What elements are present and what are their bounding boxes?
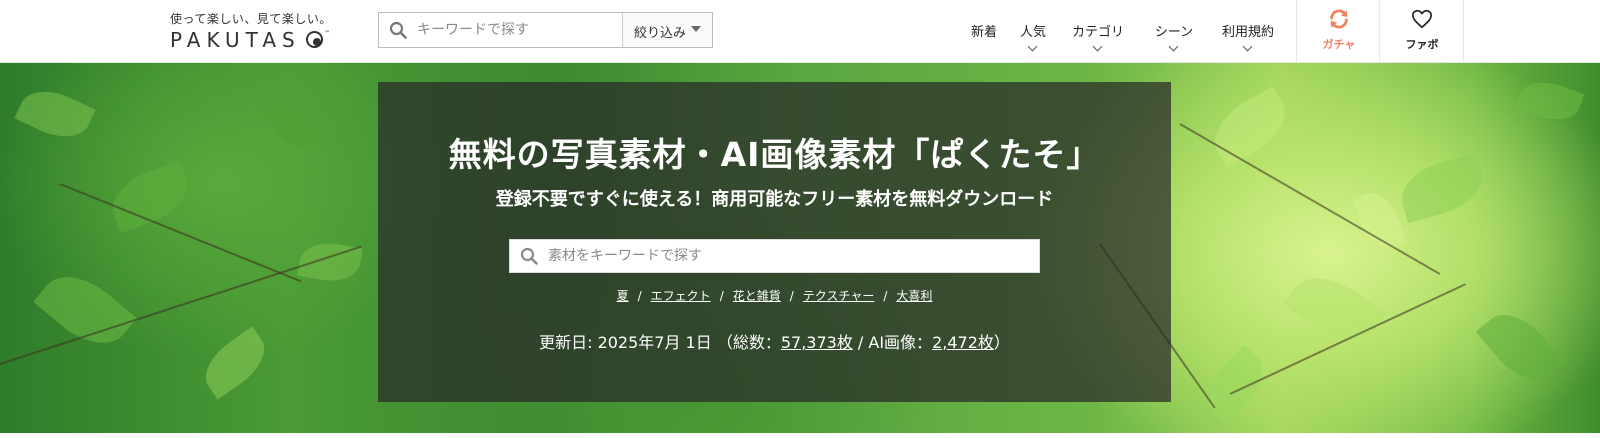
header-search-input[interactable] — [417, 19, 637, 41]
search-filter-dropdown[interactable]: 絞り込み — [622, 13, 712, 47]
stats-middle: / AI画像： — [852, 333, 933, 352]
nav-item-label: 利用規約 — [1221, 25, 1274, 40]
refresh-icon — [1328, 8, 1350, 34]
nav-item-new[interactable]: 新着 — [960, 0, 1008, 63]
site-header: 使って楽しい、見て楽しい。 PAKUTAS ™ 絞り込み 新着 人気 カテゴリ … — [0, 0, 1600, 63]
hero-search-input[interactable] — [548, 245, 1018, 267]
chevron-down-icon — [1027, 41, 1038, 52]
ai-count-link[interactable]: 2,472枚 — [932, 333, 994, 352]
tag-link[interactable]: テクスチャー — [803, 289, 875, 303]
nav-item-popular[interactable]: 人気 — [1010, 0, 1056, 63]
logo-o-mark-icon — [306, 31, 323, 48]
site-logo[interactable]: 使って楽しい、見て楽しい。 PAKUTAS ™ — [170, 8, 332, 54]
logo-tagline: 使って楽しい、見て楽しい。 — [170, 12, 332, 26]
nav-item-terms[interactable]: 利用規約 — [1216, 0, 1280, 63]
hero-title: 無料の写真素材・AI画像素材「ぱくたそ」 — [448, 135, 1101, 174]
update-stats: 更新日: 2025年7月 1日 （総数：57,373枚 / AI画像：2,472… — [378, 329, 1171, 353]
popular-tags: 夏 / エフェクト / 花と雑貨 / テクスチャー / 大喜利 — [378, 287, 1171, 304]
gacha-label: ガチャ — [1322, 38, 1356, 51]
search-icon — [389, 21, 407, 43]
nav-item-category[interactable]: カテゴリ — [1068, 0, 1128, 63]
stats-prefix: 更新日: 2025年7月 1日 （総数： — [539, 333, 781, 352]
tag-separator: / — [719, 289, 724, 303]
hero-search-box — [509, 239, 1040, 273]
tag-separator: / — [789, 289, 794, 303]
hero-subtitle: 登録不要ですぐに使える！商用可能なフリー素材を無料ダウンロード — [495, 189, 1054, 210]
heart-icon — [1411, 8, 1433, 34]
favorites-label: ファボ — [1405, 38, 1439, 51]
logo-trademark: ™ — [324, 30, 330, 37]
hero-banner: 無料の写真素材・AI画像素材「ぱくたそ」 登録不要ですぐに使える！商用可能なフリ… — [0, 63, 1600, 433]
tag-separator: / — [883, 289, 888, 303]
caret-down-icon — [691, 26, 701, 32]
favorites-button[interactable]: ファボ — [1380, 0, 1464, 63]
search-filter-label: 絞り込み — [634, 26, 687, 41]
nav-item-label: カテゴリ — [1071, 25, 1124, 40]
nav-item-label: シーン — [1154, 25, 1194, 40]
tag-link[interactable]: 夏 — [617, 289, 629, 303]
total-count-link[interactable]: 57,373枚 — [781, 333, 853, 352]
search-icon — [520, 247, 538, 269]
gacha-button[interactable]: ガチャ — [1296, 0, 1380, 63]
tag-link[interactable]: 花と雑貨 — [733, 289, 781, 303]
chevron-down-icon — [1092, 41, 1103, 52]
tag-separator: / — [637, 289, 642, 303]
stats-suffix: ） — [993, 333, 1010, 352]
header-search-box: 絞り込み — [378, 12, 713, 48]
chevron-down-icon — [1168, 41, 1179, 52]
nav-item-label: 新着 — [970, 25, 997, 40]
nav-item-label: 人気 — [1019, 25, 1046, 40]
nav-item-scene[interactable]: シーン — [1146, 0, 1202, 63]
chevron-down-icon — [1242, 41, 1253, 52]
hero-panel: 無料の写真素材・AI画像素材「ぱくたそ」 登録不要ですぐに使える！商用可能なフリ… — [378, 82, 1171, 402]
logo-wordmark: PAKUTAS — [170, 28, 301, 52]
tag-link[interactable]: 大喜利 — [896, 289, 932, 303]
tag-link[interactable]: エフェクト — [651, 289, 711, 303]
